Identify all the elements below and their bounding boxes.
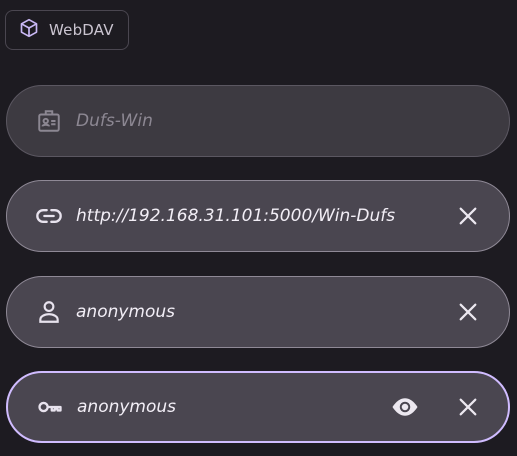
person-icon [35,298,63,326]
name-value: Dufs-Win [76,111,153,131]
clear-url-button[interactable] [448,196,488,236]
clear-icon [459,207,477,225]
clear-icon [459,398,477,416]
badge-icon [35,107,63,135]
link-icon [35,202,63,230]
webdav-form: WebDAV Dufs-Win http://192.168.31.101:50… [0,0,517,456]
password-value[interactable]: anonymous [77,397,176,417]
chip-label: WebDAV [49,21,114,39]
name-field: Dufs-Win [6,85,510,157]
cube-icon [19,18,39,42]
url-field[interactable]: http://192.168.31.101:5000/Win-Dufs [6,180,510,252]
username-field[interactable]: anonymous [6,276,510,348]
username-value[interactable]: anonymous [76,302,175,322]
visibility-icon [392,398,418,416]
url-value[interactable]: http://192.168.31.101:5000/Win-Dufs [76,206,395,226]
clear-icon [459,303,477,321]
toggle-visibility-button[interactable] [385,387,425,427]
clear-username-button[interactable] [448,292,488,332]
webdav-type-chip[interactable]: WebDAV [5,10,129,50]
clear-password-button[interactable] [448,387,488,427]
password-field[interactable]: anonymous [6,371,510,443]
key-icon [36,393,64,421]
